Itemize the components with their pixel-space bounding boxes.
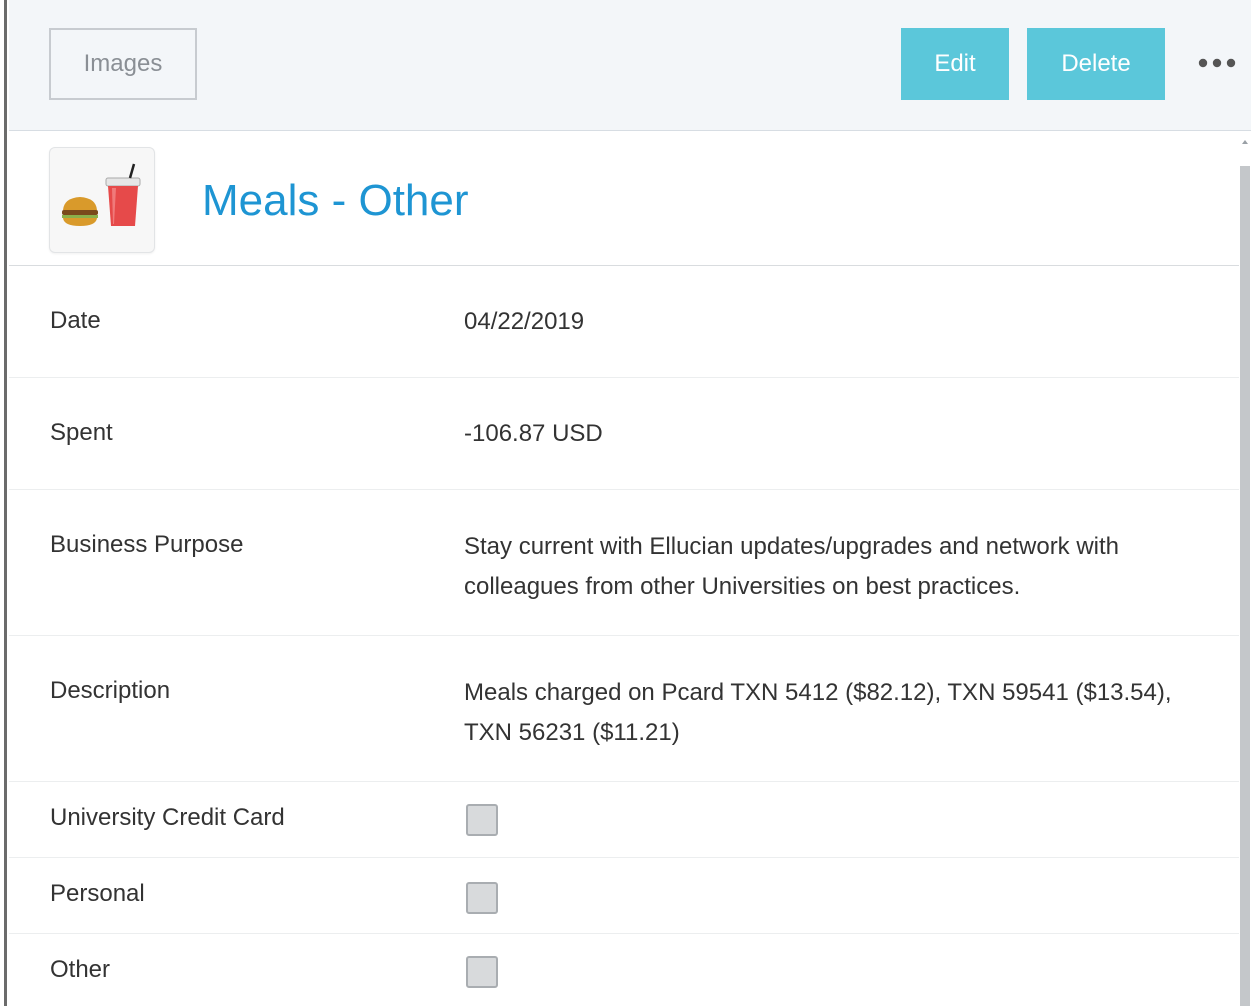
detail-fields: Date 04/22/2019 Spent -106.87 USD Busine… (9, 266, 1239, 1006)
left-border (0, 0, 9, 1006)
checkbox-label: Other (50, 956, 111, 983)
field-label: Date (50, 307, 101, 334)
checkbox-label: University Credit Card (50, 804, 285, 831)
category-icon-box (49, 147, 155, 253)
other-checkbox[interactable] (466, 956, 498, 988)
delete-button[interactable]: Delete (1027, 28, 1165, 100)
field-row-business-purpose: Business Purpose Stay current with Elluc… (9, 490, 1239, 636)
field-value: Stay current with Ellucian updates/upgra… (464, 533, 1120, 600)
field-row-description: Description Meals charged on Pcard TXN 5… (9, 636, 1239, 782)
expense-detail-page: Images Edit Delete Meals - Other Date 04… (0, 0, 1251, 1006)
images-button[interactable]: Images (49, 28, 197, 100)
field-value: -106.87 USD (464, 420, 603, 447)
checkbox-row-other: Other (9, 934, 1239, 1006)
meals-icon (62, 163, 141, 226)
field-label: Spent (50, 419, 113, 446)
scrollbar-thumb[interactable] (1240, 166, 1250, 1006)
toolbar: Images Edit Delete (9, 0, 1251, 131)
field-value: 04/22/2019 (464, 308, 585, 335)
scroll-up-arrow-icon[interactable] (1242, 140, 1248, 144)
field-row-date: Date 04/22/2019 (9, 266, 1239, 378)
field-label: Description (50, 677, 171, 704)
field-value: Meals charged on Pcard TXN 5412 ($82.12)… (464, 679, 1172, 746)
expense-header: Meals - Other (9, 131, 1239, 266)
more-horizontal-icon (1198, 58, 1236, 68)
checkbox-row-university-credit-card: University Credit Card (9, 782, 1239, 858)
personal-checkbox[interactable] (466, 882, 498, 914)
checkbox-row-personal: Personal (9, 858, 1239, 934)
more-options-button[interactable] (1194, 40, 1240, 86)
field-row-spent: Spent -106.87 USD (9, 378, 1239, 490)
university-credit-card-checkbox[interactable] (466, 804, 498, 836)
checkbox-label: Personal (50, 880, 145, 907)
edit-button[interactable]: Edit (901, 28, 1009, 100)
page-title: Meals - Other (202, 176, 469, 225)
field-label: Business Purpose (50, 531, 244, 558)
